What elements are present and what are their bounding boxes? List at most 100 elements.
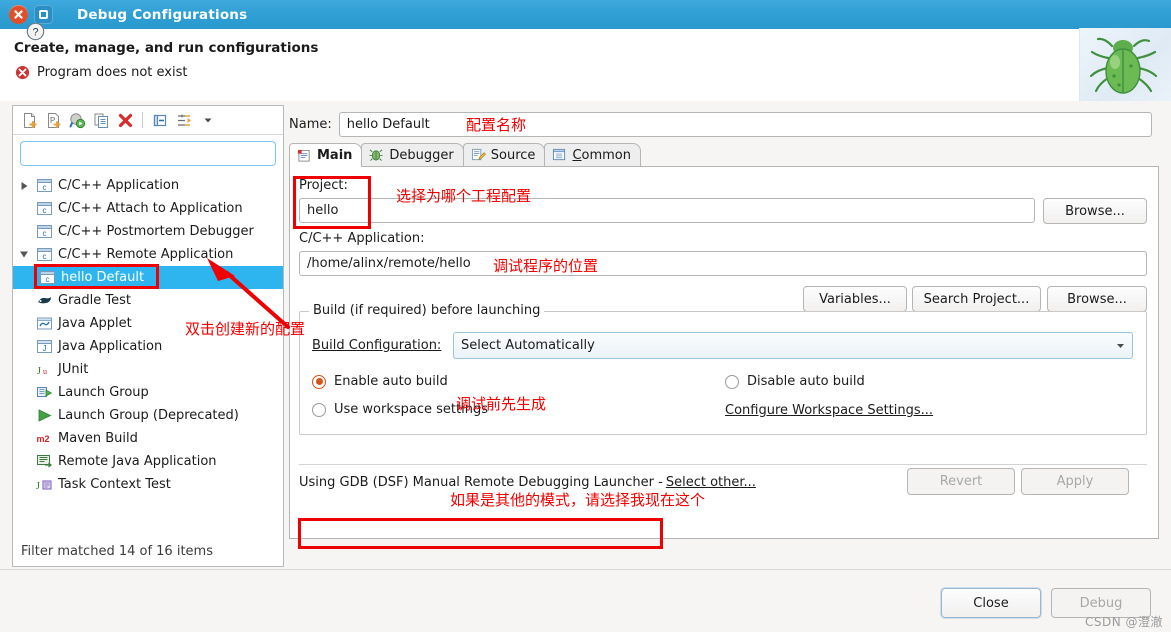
status-text: Program does not exist	[37, 65, 188, 80]
svg-text:u: u	[43, 367, 47, 376]
tree-item-label: JUnit	[58, 362, 89, 377]
launcher-text: Using GDB (DSF) Manual Remote Debugging …	[299, 475, 663, 490]
search-project-button[interactable]: Search Project...	[912, 286, 1041, 312]
bug-icon	[1089, 37, 1158, 94]
close-button[interactable]: Close	[941, 588, 1041, 618]
configure-workspace-settings-link[interactable]: Configure Workspace Settings...	[725, 403, 933, 418]
filter-input[interactable]	[20, 141, 276, 166]
filter-icon[interactable]	[172, 108, 196, 132]
svg-text:c: c	[43, 206, 47, 215]
maven-icon: m2	[37, 434, 50, 444]
configurations-tree[interactable]: c C/C++ Application c C/C++ Attach to Appli…	[13, 174, 283, 536]
select-other-launcher-link[interactable]: Select other...	[666, 475, 756, 490]
build-configuration-label: Build Configuration:	[312, 338, 442, 353]
tree-item-java-application[interactable]: J Java Application	[13, 335, 283, 358]
annotation-select-this-launcher: 如果是其他的模式，请选择我现在这个	[450, 491, 706, 509]
svg-text:J: J	[37, 366, 41, 377]
new-prototype-icon[interactable]: P	[41, 108, 65, 132]
variables-button[interactable]: Variables...	[803, 286, 907, 312]
window-titlebar: Debug Configurations	[0, 0, 1171, 30]
dialog-banner: Create, manage, and run configurations P…	[0, 28, 1171, 102]
java-app-icon: J	[37, 340, 52, 353]
duplicate-icon[interactable]	[89, 108, 113, 132]
tree-item-label: Gradle Test	[58, 293, 131, 308]
cpp-icon: c	[37, 225, 52, 238]
chevron-down-icon[interactable]	[196, 108, 220, 132]
tree-item-label: hello Default	[61, 270, 145, 285]
disable-auto-build-radio[interactable]: Disable auto build	[725, 374, 865, 389]
revert-button[interactable]: Revert	[907, 468, 1015, 495]
radio-indicator	[312, 402, 326, 417]
tree-item-hello-default[interactable]: c hello Default	[13, 266, 283, 289]
expand-arrow-icon[interactable]	[17, 179, 31, 193]
tree-item-label: C/C++ Attach to Application	[58, 201, 243, 216]
window-title: Debug Configurations	[77, 6, 248, 23]
apply-button[interactable]: Apply	[1021, 468, 1129, 495]
tab-main[interactable]: Main	[289, 143, 363, 167]
name-input[interactable]: hello Default	[338, 112, 1152, 137]
tree-item-c-c-postmortem-debugger[interactable]: c C/C++ Postmortem Debugger	[13, 220, 283, 243]
tree-item-maven-build[interactable]: m2 Maven Build	[13, 427, 283, 450]
tab-source[interactable]: Source	[462, 143, 546, 166]
application-path-input[interactable]: /home/alinx/remote/hello	[299, 251, 1147, 276]
tab-common[interactable]: Common	[544, 143, 641, 166]
tree-item-launch-group-deprecated[interactable]: Launch Group (Deprecated)	[13, 404, 283, 427]
build-configuration-combo[interactable]: Select Automatically	[453, 332, 1133, 359]
svg-text:?: ?	[32, 27, 38, 39]
source-tab-icon	[471, 148, 486, 161]
main-tab-page: Project: hello Browse... C/C++ Applicati…	[289, 167, 1159, 539]
cpp-icon: c	[37, 179, 52, 192]
tree-item-c-c-remote-application[interactable]: c C/C++ Remote Application	[13, 243, 283, 266]
cpp-icon: c	[37, 202, 52, 215]
tree-item-remote-java-application[interactable]: Remote Java Application	[13, 450, 283, 473]
tree-item-launch-group[interactable]: Launch Group	[13, 381, 283, 404]
filter-input-field[interactable]	[21, 142, 275, 165]
error-icon	[15, 65, 30, 80]
cpp-icon: c	[40, 271, 55, 284]
chevron-down-icon	[1117, 344, 1124, 348]
svg-text:J: J	[43, 344, 47, 353]
name-label: Name:	[289, 117, 332, 132]
launcher-separator	[299, 464, 1147, 465]
tree-item-c-c-application[interactable]: c C/C++ Application	[13, 174, 283, 197]
tree-item-label: Launch Group	[58, 385, 149, 400]
tree-item-task-context-test[interactable]: J Task Context Test	[13, 473, 283, 496]
application-browse-button[interactable]: Browse...	[1047, 286, 1147, 312]
tree-item-label: Task Context Test	[58, 477, 171, 492]
svg-text:c: c	[43, 229, 47, 238]
project-browse-button[interactable]: Browse...	[1043, 198, 1147, 224]
enable-auto-build-label: Enable auto build	[334, 374, 448, 389]
build-configuration-value: Select Automatically	[461, 338, 595, 353]
new-configuration-icon[interactable]	[17, 108, 41, 132]
tree-item-gradle-test[interactable]: Gradle Test	[13, 289, 283, 312]
svg-text:c: c	[46, 275, 50, 284]
gradle-icon	[38, 297, 51, 304]
tab-label: Common	[572, 147, 631, 163]
delete-icon[interactable]	[113, 108, 137, 132]
help-icon[interactable]: ?	[26, 22, 45, 41]
tree-item-label: C/C++ Application	[58, 178, 180, 193]
annotation-config-name: 配置名称	[466, 116, 527, 134]
collapse-all-icon[interactable]	[148, 108, 172, 132]
annotation-choose-project: 选择为哪个工程配置	[396, 187, 532, 205]
tree-item-label: Remote Java Application	[58, 454, 217, 469]
remote-java-icon	[37, 455, 52, 468]
collapse-arrow-icon[interactable]	[17, 248, 31, 262]
launcher-row: Using GDB (DSF) Manual Remote Debugging …	[299, 475, 756, 490]
tree-item-c-c-attach-to-application[interactable]: c C/C++ Attach to Application	[13, 197, 283, 220]
java-applet-icon	[37, 317, 52, 330]
enable-auto-build-radio[interactable]: Enable auto build	[312, 374, 448, 389]
main-tab-icon	[297, 149, 310, 162]
banner-decoration	[1079, 28, 1171, 101]
status-message: Program does not exist	[15, 65, 187, 80]
launch-group-icon	[37, 387, 53, 397]
tab-debugger[interactable]: Debugger	[361, 143, 464, 166]
export-icon[interactable]	[65, 108, 89, 132]
tree-item-junit[interactable]: Ju JUnit	[13, 358, 283, 381]
name-row: Name: hello Default	[289, 112, 1159, 137]
